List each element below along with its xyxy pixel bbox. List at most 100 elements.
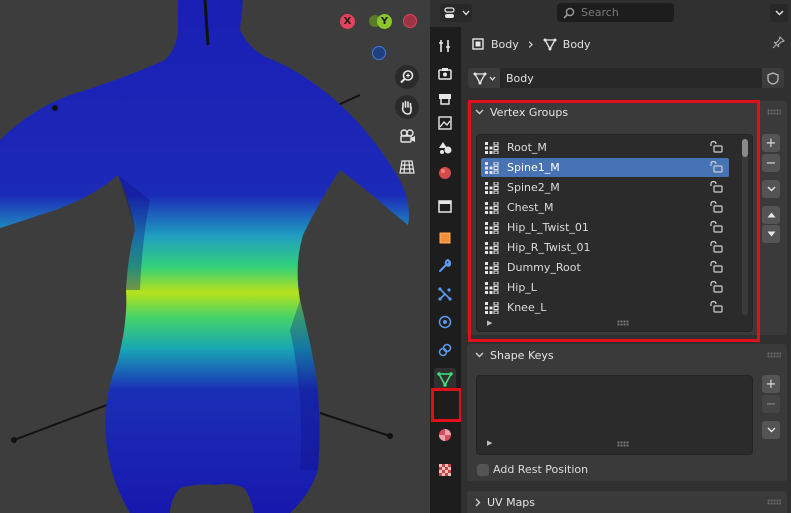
- camera-view-button[interactable]: [395, 124, 419, 148]
- search-input[interactable]: [581, 6, 661, 19]
- vertex-group-row[interactable]: Hip_R_Twist_01: [481, 238, 729, 257]
- vertex-group-name[interactable]: Spine2_M: [507, 181, 560, 194]
- uv-maps-title: UV Maps: [487, 495, 536, 509]
- tab-render[interactable]: [434, 63, 456, 85]
- list-filter-toggle[interactable]: ▶: [487, 439, 492, 447]
- list-resize-handle[interactable]: [617, 441, 629, 447]
- vertex-group-row[interactable]: Hip_L: [481, 278, 729, 297]
- unlock-icon[interactable]: [710, 300, 723, 316]
- properties-tab-strip: [430, 27, 461, 513]
- chevron-down-icon: [475, 352, 484, 358]
- gizmo-x-label: X: [343, 16, 352, 27]
- vertex-group-name[interactable]: Hip_L: [507, 281, 537, 294]
- material-icon: [439, 429, 451, 441]
- fake-user-button[interactable]: [762, 68, 784, 88]
- vertex-group-name[interactable]: Hip_L_Twist_01: [507, 221, 589, 234]
- texture-icon: [439, 464, 451, 476]
- tab-tool[interactable]: [434, 35, 456, 57]
- list-filter-toggle[interactable]: ▶: [487, 319, 492, 327]
- gizmo-neg-z-axis[interactable]: [372, 46, 386, 60]
- ortho-toggle-button[interactable]: [395, 155, 419, 179]
- vertex-group-name[interactable]: Dummy_Root: [507, 261, 581, 274]
- unlock-icon[interactable]: [710, 240, 723, 256]
- remove-shape-key-button[interactable]: −: [762, 395, 780, 413]
- vertex-group-icon: [485, 161, 499, 174]
- gizmo-y-axis[interactable]: Y: [377, 14, 392, 29]
- properties-content: Body › Body Body Vertex Groups Root_M Sp…: [461, 27, 791, 513]
- vertex-group-name[interactable]: Knee_L: [507, 301, 546, 314]
- vertex-group-row[interactable]: Knee_L: [481, 298, 729, 317]
- shape-keys-header[interactable]: Shape Keys: [467, 344, 787, 366]
- pan-button[interactable]: [395, 95, 419, 119]
- vertex-group-icon: [485, 261, 499, 274]
- chevron-down-icon: [489, 76, 495, 81]
- chevron-down-icon: [475, 109, 484, 115]
- unlock-icon[interactable]: [710, 180, 723, 196]
- editor-type-selector[interactable]: [440, 4, 472, 22]
- tab-texture[interactable]: [434, 459, 456, 481]
- move-down-button[interactable]: [762, 225, 780, 243]
- 3d-viewport[interactable]: X Y: [0, 0, 430, 513]
- move-up-button[interactable]: [762, 206, 780, 224]
- remove-vertex-group-button[interactable]: −: [762, 154, 780, 172]
- list-scrollbar-thumb[interactable]: [742, 139, 748, 157]
- chevron-right-icon: [475, 498, 481, 506]
- tab-material[interactable]: [434, 424, 456, 446]
- browse-mesh-button[interactable]: [468, 68, 500, 88]
- tab-object[interactable]: [434, 227, 456, 249]
- vertex-group-row[interactable]: Spine2_M: [481, 178, 729, 197]
- mesh-name-field[interactable]: Body: [500, 68, 762, 88]
- tab-modifiers[interactable]: [434, 255, 456, 277]
- tab-physics[interactable]: [434, 311, 456, 333]
- vertex-group-row[interactable]: Spine1_M: [481, 158, 729, 177]
- list-resize-handle[interactable]: [617, 320, 629, 326]
- unlock-icon[interactable]: [710, 200, 723, 216]
- tab-view-layer[interactable]: [434, 112, 456, 134]
- panel-drag-handle[interactable]: [767, 352, 781, 358]
- breadcrumb: Body › Body: [471, 35, 591, 53]
- tab-collection[interactable]: [434, 195, 456, 217]
- output-icon: [439, 94, 451, 105]
- header-options-dropdown[interactable]: [770, 4, 788, 22]
- vertex-group-list[interactable]: Root_M Spine1_M Spine2_M Chest_M Hip_L_Twist…: [476, 134, 753, 332]
- shape-key-list[interactable]: ▶: [476, 375, 753, 455]
- unlock-icon[interactable]: [710, 280, 723, 296]
- vertex-group-name[interactable]: Spine1_M: [507, 161, 560, 174]
- vertex-group-name[interactable]: Hip_R_Twist_01: [507, 241, 590, 254]
- vertex-group-name[interactable]: Chest_M: [507, 201, 553, 214]
- vertex-group-row[interactable]: Chest_M: [481, 198, 729, 217]
- unlock-icon[interactable]: [710, 260, 723, 276]
- vertex-groups-title: Vertex Groups: [490, 105, 569, 119]
- add-vertex-group-button[interactable]: +: [762, 134, 780, 152]
- tab-output[interactable]: [434, 88, 456, 110]
- uv-maps-header[interactable]: UV Maps: [467, 491, 787, 513]
- vertex-group-row[interactable]: Hip_L_Twist_01: [481, 218, 729, 237]
- panel-drag-handle[interactable]: [767, 499, 781, 505]
- vertex-group-row[interactable]: Dummy_Root: [481, 258, 729, 277]
- tab-object-data[interactable]: [434, 368, 456, 390]
- zoom-button[interactable]: [395, 65, 419, 89]
- add-shape-key-button[interactable]: +: [762, 375, 780, 393]
- gizmo-neg-x-axis[interactable]: [403, 14, 417, 28]
- unlock-icon[interactable]: [710, 220, 723, 236]
- pin-button[interactable]: [772, 35, 786, 52]
- vertex-group-name[interactable]: Root_M: [507, 141, 547, 154]
- tab-scene[interactable]: [434, 137, 456, 159]
- shape-key-specials-button[interactable]: [762, 421, 780, 439]
- vertex-groups-header[interactable]: Vertex Groups: [467, 101, 787, 123]
- tab-constraints[interactable]: [434, 339, 456, 361]
- panel-drag-handle[interactable]: [767, 109, 781, 115]
- vertex-group-row[interactable]: Root_M: [481, 138, 729, 157]
- shape-keys-title: Shape Keys: [490, 348, 554, 362]
- vertex-group-specials-button[interactable]: [762, 180, 780, 198]
- unlock-icon[interactable]: [710, 140, 723, 156]
- add-rest-position-checkbox[interactable]: [477, 464, 489, 476]
- list-scrollbar[interactable]: [742, 139, 748, 315]
- tab-particles[interactable]: [434, 283, 456, 305]
- tab-world[interactable]: [434, 162, 456, 184]
- triangle-up-icon: [767, 212, 775, 218]
- particles-icon: [438, 287, 452, 301]
- search-field[interactable]: [557, 3, 674, 22]
- gizmo-x-axis[interactable]: X: [340, 14, 355, 29]
- unlock-icon[interactable]: [710, 160, 723, 176]
